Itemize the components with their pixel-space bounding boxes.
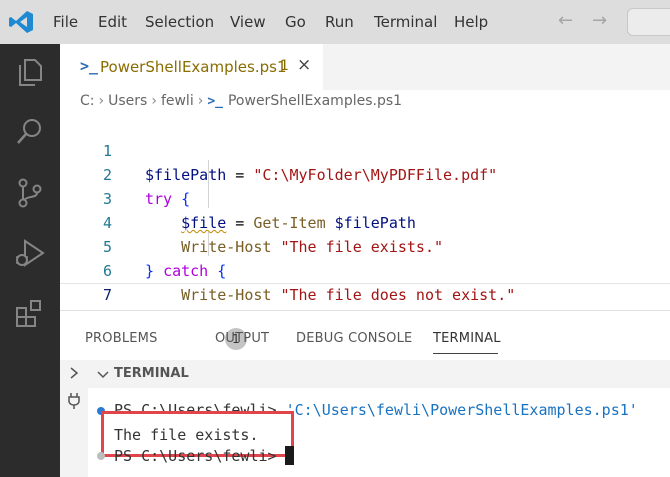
menu-run[interactable]: Run <box>325 0 354 44</box>
menu-view[interactable]: View <box>230 0 266 44</box>
powershell-file-icon: >_ <box>207 93 223 109</box>
tab-problems[interactable]: PROBLEMS <box>85 331 158 346</box>
chevron-right-icon: › <box>151 93 157 109</box>
chevron-right-icon[interactable] <box>68 366 80 380</box>
code-string: "The file does not exist." <box>271 286 516 304</box>
terminal-header-label: TERMINAL <box>114 366 189 381</box>
run-debug-icon[interactable] <box>13 236 47 270</box>
menu-help[interactable]: Help <box>454 0 488 44</box>
back-arrow-icon[interactable]: ← <box>558 10 573 31</box>
breadcrumb-users[interactable]: Users <box>108 93 147 109</box>
tab-powershellexamples[interactable]: >_ PowerShellExamples.ps1 1 × <box>60 44 323 90</box>
terminal-output: The file exists. <box>114 426 259 444</box>
code-function: Write-Host <box>181 286 272 304</box>
menu-file[interactable]: File <box>53 0 78 44</box>
code-line: 5 } catch { <box>60 211 670 280</box>
menu-selection[interactable]: Selection <box>145 0 214 44</box>
breadcrumb-fewli[interactable]: fewli <box>161 93 194 109</box>
tab-terminal[interactable]: TERMINAL <box>433 331 501 346</box>
chevron-right-icon: › <box>197 93 204 109</box>
code-line: 3 $file = Get-Item $filePath <box>60 163 670 232</box>
command-decoration-default[interactable] <box>97 452 105 460</box>
breadcrumb-file[interactable]: PowerShellExamples.ps1 <box>228 93 402 109</box>
menu-edit[interactable]: Edit <box>98 0 127 44</box>
code-line: 1 $filePath = "C:\MyFolder\MyPDFFile.pdf… <box>60 115 670 184</box>
tab-output[interactable]: OUTPUT <box>215 331 269 346</box>
editor-current-line-border <box>60 283 670 284</box>
forward-arrow-icon[interactable]: → <box>592 10 607 31</box>
source-control-icon[interactable] <box>13 176 47 210</box>
tab-debug-console[interactable]: DEBUG CONSOLE <box>296 331 412 346</box>
explorer-icon[interactable] <box>13 54 47 88</box>
code-line: 7 } <box>60 259 670 328</box>
code-line: 4 Write-Host "The file exists." <box>60 187 670 256</box>
chevron-down-icon[interactable] <box>96 366 110 384</box>
terminal-section-header[interactable]: TERMINAL <box>88 360 670 388</box>
code-line: 6 Write-Host "The file does not exist." <box>60 235 670 304</box>
activity-bar <box>0 44 60 477</box>
line-number-active: 7 <box>102 286 112 304</box>
terminal-command: 'C:\Users\fewli\PowerShellExamples.ps1' <box>276 401 638 419</box>
problem-count-badge: 1 <box>280 58 289 74</box>
plug-icon[interactable] <box>67 392 81 410</box>
powershell-file-icon: >_ <box>80 57 99 75</box>
terminal-line-prompt: PS C:\Users\fewli> <box>114 445 277 467</box>
code-editor[interactable]: 1 $filePath = "C:\MyFolder\MyPDFFile.pdf… <box>60 112 670 328</box>
title-bar: File Edit Selection View Go Run Terminal… <box>0 0 670 44</box>
panel-side-strip <box>60 360 88 477</box>
menu-go[interactable]: Go <box>285 0 306 44</box>
search-icon[interactable] <box>13 114 47 148</box>
breadcrumb: C: › Users › fewli › >_ PowerShellExamples.ps1 <box>80 93 402 113</box>
tab-title: PowerShellExamples.ps1 <box>100 58 287 76</box>
vscode-logo-icon[interactable] <box>8 10 34 34</box>
chevron-right-icon: › <box>98 93 105 109</box>
terminal-prompt: PS C:\Users\fewli> <box>114 447 277 465</box>
editor-tab-strip: >_ PowerShellExamples.ps1 1 × <box>60 44 670 90</box>
menu-terminal[interactable]: Terminal <box>374 0 437 44</box>
command-center-search[interactable] <box>627 8 670 36</box>
code-line: 2 try { <box>60 139 670 208</box>
breadcrumb-drive[interactable]: C: <box>80 93 95 109</box>
extensions-icon[interactable] <box>13 296 47 330</box>
terminal-output-line: The file exists. <box>114 424 259 446</box>
active-tab-indicator <box>433 353 498 354</box>
close-icon[interactable]: × <box>297 55 311 75</box>
terminal-cursor <box>285 446 294 465</box>
